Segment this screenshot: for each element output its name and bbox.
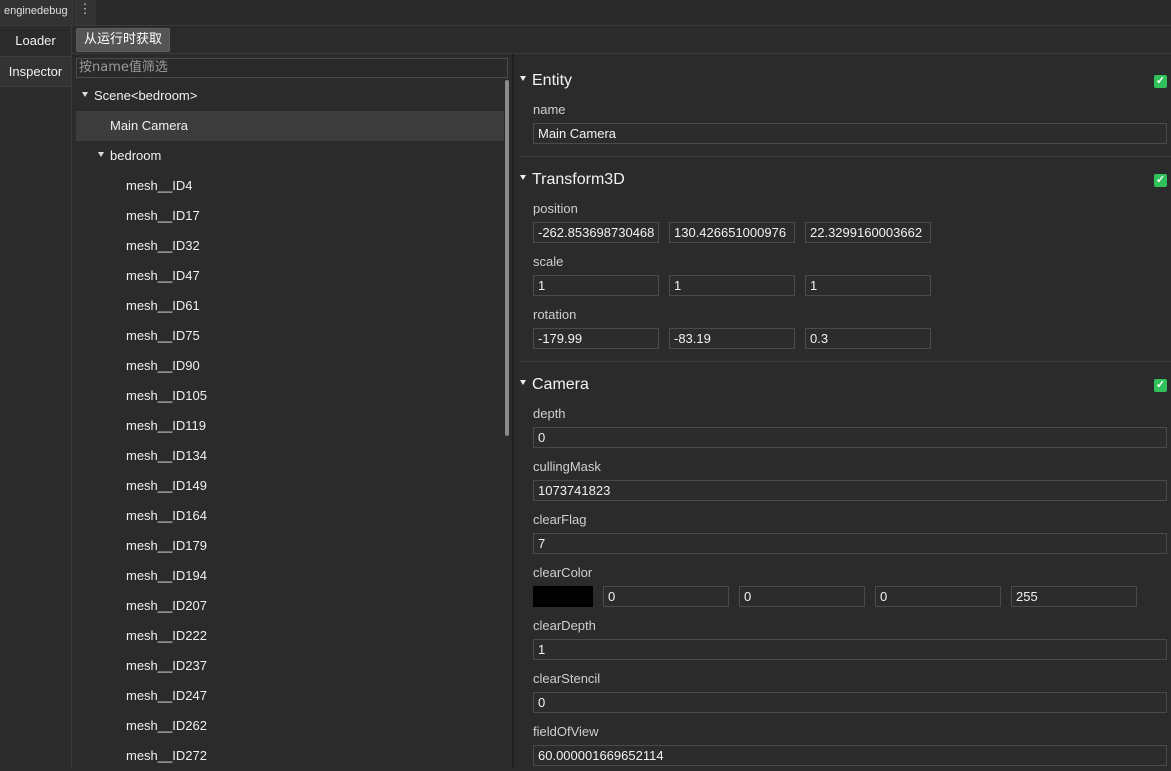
tree-node-scene[interactable]: Scene<bedroom> bbox=[76, 81, 504, 111]
transform-enabled-checkbox[interactable]: ✓ bbox=[1154, 174, 1167, 187]
clearcolor-a-field[interactable]: 255 bbox=[1011, 586, 1137, 607]
hierarchy-panel: 按name值筛选 Scene<bedroom> Main Camera bedr… bbox=[72, 54, 512, 768]
rotation-y-field[interactable]: -83.19 bbox=[669, 328, 795, 349]
tree-node-mesh[interactable]: mesh__ID237 bbox=[76, 651, 504, 681]
fetch-from-runtime-button[interactable]: 从运行时获取 bbox=[76, 28, 171, 52]
tree-node-mesh[interactable]: mesh__ID164 bbox=[76, 501, 504, 531]
section-entity-header[interactable]: Entity bbox=[520, 70, 572, 92]
tree-node-mesh[interactable]: mesh__ID47 bbox=[76, 261, 504, 291]
tree-node-bedroom[interactable]: bedroom bbox=[76, 141, 504, 171]
nav-inspector[interactable]: Inspector bbox=[0, 56, 71, 87]
tab-label: enginedebug bbox=[4, 5, 68, 17]
tree-node-mesh[interactable]: mesh__ID90 bbox=[76, 351, 504, 381]
tree-node-mesh[interactable]: mesh__ID247 bbox=[76, 681, 504, 711]
position-y-field[interactable]: 130.426651000976 bbox=[669, 222, 795, 243]
chevron-down-icon[interactable] bbox=[520, 175, 526, 181]
section-title: Entity bbox=[532, 72, 573, 89]
clearflag-label: clearFlag bbox=[533, 512, 587, 527]
depth-label: depth bbox=[533, 406, 566, 421]
clearcolor-label: clearColor bbox=[533, 565, 593, 580]
rotation-z-field[interactable]: 0.3 bbox=[805, 328, 931, 349]
scale-x-field[interactable]: 1 bbox=[533, 275, 659, 296]
clearflag-field[interactable]: 7 bbox=[533, 533, 1167, 554]
tree-node-mesh[interactable]: mesh__ID32 bbox=[76, 231, 504, 261]
position-z-field[interactable]: 22.3299160003662 bbox=[805, 222, 931, 243]
cullingmask-label: cullingMask bbox=[533, 459, 601, 474]
tree-node-label: Scene<bedroom> bbox=[94, 88, 198, 103]
tree-node-mesh[interactable]: mesh__ID262 bbox=[76, 711, 504, 741]
position-label: position bbox=[533, 201, 578, 216]
section-camera-header[interactable]: Camera bbox=[520, 374, 589, 396]
rotation-x-field[interactable]: -179.99 bbox=[533, 328, 659, 349]
filter-input[interactable]: 按name值筛选 bbox=[76, 58, 508, 78]
clearcolor-r-field[interactable]: 0 bbox=[603, 586, 729, 607]
tree-node-main-camera[interactable]: Main Camera bbox=[76, 111, 504, 141]
tree-node-mesh[interactable]: mesh__ID75 bbox=[76, 321, 504, 351]
tree-node-label: bedroom bbox=[110, 148, 162, 163]
clearstencil-label: clearStencil bbox=[533, 671, 601, 686]
clearcolor-g-field[interactable]: 0 bbox=[739, 586, 865, 607]
scale-y-field[interactable]: 1 bbox=[669, 275, 795, 296]
top-bar: enginedebug ⋮ bbox=[0, 0, 1171, 26]
scale-label: scale bbox=[533, 254, 564, 269]
chevron-down-icon[interactable] bbox=[98, 152, 104, 158]
tree-node-mesh[interactable]: mesh__ID105 bbox=[76, 381, 504, 411]
tree-node-mesh[interactable]: mesh__ID194 bbox=[76, 561, 504, 591]
clearcolor-swatch[interactable] bbox=[533, 586, 593, 607]
tree-node-mesh[interactable]: mesh__ID149 bbox=[76, 471, 504, 501]
scale-z-field[interactable]: 1 bbox=[805, 275, 931, 296]
scrollbar[interactable] bbox=[505, 80, 509, 436]
section-transform-header[interactable]: Transform3D bbox=[520, 169, 625, 191]
name-label: name bbox=[533, 102, 566, 117]
tree-node-mesh[interactable]: mesh__ID179 bbox=[76, 531, 504, 561]
cleardepth-label: clearDepth bbox=[533, 618, 596, 633]
cleardepth-field[interactable]: 1 bbox=[533, 639, 1167, 660]
tab-enginedebug[interactable]: enginedebug bbox=[0, 0, 73, 25]
tree-node-mesh[interactable]: mesh__ID207 bbox=[76, 591, 504, 621]
nav-loader[interactable]: Loader bbox=[0, 26, 71, 55]
camera-enabled-checkbox[interactable]: ✓ bbox=[1154, 379, 1167, 392]
position-x-field[interactable]: -262.853698730468 bbox=[533, 222, 659, 243]
section-divider bbox=[520, 156, 1171, 157]
chevron-down-icon[interactable] bbox=[82, 92, 88, 98]
tree-node-mesh[interactable]: mesh__ID272 bbox=[76, 741, 504, 771]
section-divider bbox=[520, 361, 1171, 362]
tree-node-mesh[interactable]: mesh__ID17 bbox=[76, 201, 504, 231]
tree-node-mesh[interactable]: mesh__ID4 bbox=[76, 171, 504, 201]
cullingmask-field[interactable]: 1073741823 bbox=[533, 480, 1167, 501]
chevron-down-icon[interactable] bbox=[520, 380, 526, 386]
depth-field[interactable]: 0 bbox=[533, 427, 1167, 448]
fieldofview-field[interactable]: 60.000001669652114 bbox=[533, 745, 1167, 766]
rotation-label: rotation bbox=[533, 307, 577, 322]
tree-node-mesh[interactable]: mesh__ID222 bbox=[76, 621, 504, 651]
toolbar: 从运行时获取 bbox=[72, 26, 1171, 54]
entity-enabled-checkbox[interactable]: ✓ bbox=[1154, 75, 1167, 88]
tree-node-mesh[interactable]: mesh__ID134 bbox=[76, 441, 504, 471]
section-title: Camera bbox=[532, 376, 589, 393]
name-field[interactable]: Main Camera bbox=[533, 123, 1167, 144]
inspector-panel: Entity ✓ name Main Camera Transform3D ✓ … bbox=[514, 54, 1171, 768]
clearstencil-field[interactable]: 0 bbox=[533, 692, 1167, 713]
kebab-menu-icon[interactable]: ⋮ bbox=[74, 0, 96, 25]
tree-node-mesh[interactable]: mesh__ID119 bbox=[76, 411, 504, 441]
fieldofview-label: fieldOfView bbox=[533, 724, 599, 739]
left-nav: Loader Inspector bbox=[0, 26, 72, 768]
clearcolor-b-field[interactable]: 0 bbox=[875, 586, 1001, 607]
tree-node-mesh[interactable]: mesh__ID61 bbox=[76, 291, 504, 321]
section-title: Transform3D bbox=[532, 171, 625, 188]
chevron-down-icon[interactable] bbox=[520, 76, 526, 82]
